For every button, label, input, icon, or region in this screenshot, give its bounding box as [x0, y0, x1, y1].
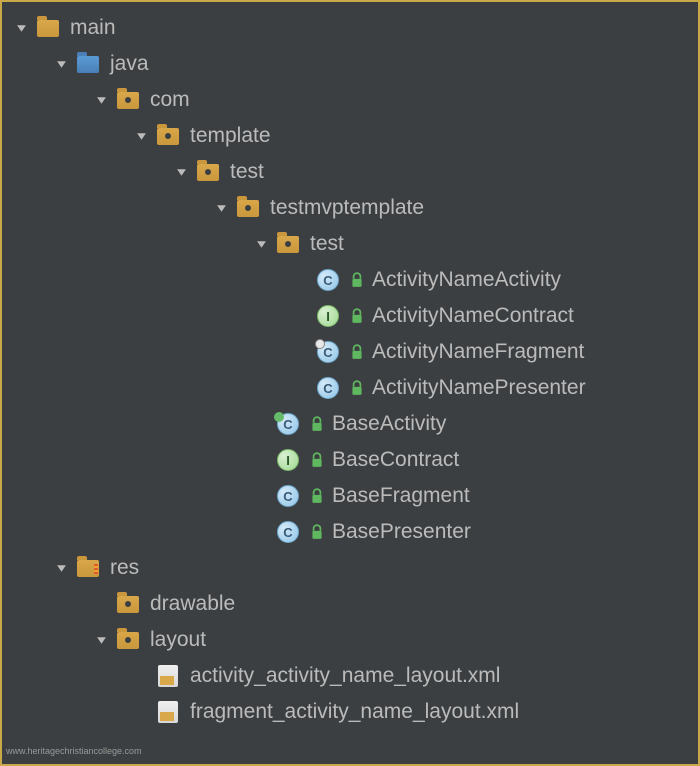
tree-item-testmvptemplate[interactable]: testmvptemplate — [2, 190, 698, 226]
tree-item-base-activity[interactable]: C BaseActivity — [2, 406, 698, 442]
package-icon — [116, 630, 140, 650]
xml-file-icon — [156, 702, 180, 722]
tree-label: fragment_activity_name_layout.xml — [190, 700, 519, 724]
chevron-down-icon[interactable] — [52, 55, 70, 73]
lock-icon — [310, 451, 324, 469]
chevron-down-icon[interactable] — [212, 199, 230, 217]
chevron-down-icon[interactable] — [12, 19, 30, 37]
lock-icon — [350, 379, 364, 397]
folder-icon — [36, 18, 60, 38]
source-folder-icon — [76, 54, 100, 74]
lock-icon — [350, 343, 364, 361]
tree-label: ActivityNameActivity — [372, 268, 561, 292]
tree-item-activity-name-presenter[interactable]: C ActivityNamePresenter — [2, 370, 698, 406]
tree-item-test[interactable]: test — [2, 154, 698, 190]
tree-label: main — [70, 16, 116, 40]
tree-label: testmvptemplate — [270, 196, 424, 220]
tree-label: com — [150, 88, 190, 112]
tree-item-java[interactable]: java — [2, 46, 698, 82]
class-icon: C — [316, 270, 340, 290]
tree-item-drawable[interactable]: drawable — [2, 586, 698, 622]
tree-label: ActivityNamePresenter — [372, 376, 586, 400]
class-icon: C — [276, 486, 300, 506]
class-icon: C — [316, 342, 340, 362]
tree-label: BaseContract — [332, 448, 459, 472]
tree-label: activity_activity_name_layout.xml — [190, 664, 500, 688]
tree-item-res[interactable]: res — [2, 550, 698, 586]
tree-item-com[interactable]: com — [2, 82, 698, 118]
tree-label: test — [230, 160, 264, 184]
tree-label: java — [110, 52, 149, 76]
lock-icon — [350, 271, 364, 289]
package-icon — [116, 594, 140, 614]
tree-item-activity-name-fragment[interactable]: C ActivityNameFragment — [2, 334, 698, 370]
package-icon — [236, 198, 260, 218]
lock-icon — [310, 415, 324, 433]
watermark: www.heritagechristiancollege.com — [6, 746, 142, 756]
chevron-down-icon[interactable] — [92, 91, 110, 109]
tree-label: ActivityNameFragment — [372, 340, 584, 364]
tree-label: test — [310, 232, 344, 256]
tree-label: res — [110, 556, 139, 580]
tree-label: ActivityNameContract — [372, 304, 574, 328]
lock-icon — [310, 523, 324, 541]
tree-item-template[interactable]: template — [2, 118, 698, 154]
tree-item-base-contract[interactable]: I BaseContract — [2, 442, 698, 478]
tree-item-base-presenter[interactable]: C BasePresenter — [2, 514, 698, 550]
tree-item-layout[interactable]: layout — [2, 622, 698, 658]
project-tree: main java com template test testmvptempl… — [2, 10, 698, 730]
tree-label: BaseFragment — [332, 484, 470, 508]
interface-icon: I — [276, 450, 300, 470]
package-icon — [196, 162, 220, 182]
tree-item-base-fragment[interactable]: C BaseFragment — [2, 478, 698, 514]
tree-item-main[interactable]: main — [2, 10, 698, 46]
class-icon: C — [316, 378, 340, 398]
tree-label: layout — [150, 628, 206, 652]
tree-label: BasePresenter — [332, 520, 471, 544]
package-icon — [116, 90, 140, 110]
chevron-down-icon[interactable] — [172, 163, 190, 181]
tree-item-fragment-layout-xml[interactable]: fragment_activity_name_layout.xml — [2, 694, 698, 730]
package-icon — [276, 234, 300, 254]
tree-label: BaseActivity — [332, 412, 446, 436]
lock-icon — [310, 487, 324, 505]
tree-item-test-nested[interactable]: test — [2, 226, 698, 262]
tree-item-activity-layout-xml[interactable]: activity_activity_name_layout.xml — [2, 658, 698, 694]
tree-label: template — [190, 124, 271, 148]
tree-label: drawable — [150, 592, 235, 616]
chevron-down-icon[interactable] — [132, 127, 150, 145]
chevron-down-icon[interactable] — [52, 559, 70, 577]
chevron-down-icon[interactable] — [252, 235, 270, 253]
tree-item-activity-name-activity[interactable]: C ActivityNameActivity — [2, 262, 698, 298]
chevron-down-icon[interactable] — [92, 631, 110, 649]
interface-icon: I — [316, 306, 340, 326]
lock-icon — [350, 307, 364, 325]
package-icon — [156, 126, 180, 146]
class-icon: C — [276, 522, 300, 542]
tree-item-activity-name-contract[interactable]: I ActivityNameContract — [2, 298, 698, 334]
resource-folder-icon — [76, 558, 100, 578]
xml-file-icon — [156, 666, 180, 686]
class-icon: C — [276, 414, 300, 434]
